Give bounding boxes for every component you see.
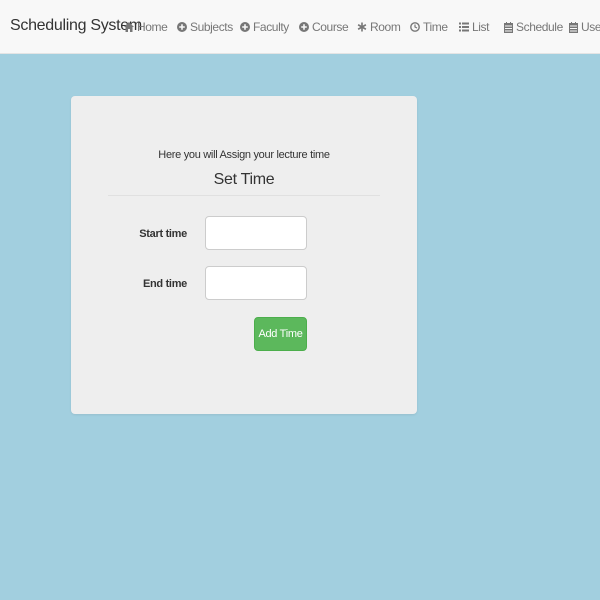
panel-title: Set Time [213, 171, 275, 188]
nav-subjects[interactable]: Subjects [177, 20, 233, 34]
end-time-input[interactable] [205, 266, 307, 300]
nav-schedule-label: Schedule [516, 20, 563, 34]
title-divider [108, 195, 380, 196]
circle-plus-icon [240, 21, 250, 33]
end-time-label: End time [142, 278, 187, 290]
start-time-input[interactable] [205, 216, 307, 250]
asterisk-icon [357, 21, 367, 33]
nav-faculty[interactable]: Faculty [240, 20, 289, 34]
calendar-icon [568, 21, 578, 33]
set-time-panel: Here you will Assign your lecture time S… [71, 96, 417, 414]
brand-title[interactable]: Scheduling System [10, 17, 142, 35]
nav-room-label: Room [370, 20, 401, 34]
panel-subtitle: Here you will Assign your lecture time [158, 149, 330, 161]
add-time-button[interactable]: Add Time [254, 317, 307, 351]
start-time-label: Start time [139, 228, 187, 240]
nav-time-label: Time [423, 20, 448, 34]
navbar: Scheduling System Home Subjects Faculty … [0, 0, 600, 54]
circle-plus-icon [299, 21, 309, 33]
circle-plus-icon [177, 21, 187, 33]
nav-list[interactable]: List [459, 20, 489, 34]
nav-course[interactable]: Course [299, 20, 349, 34]
nav-home-label: Home [137, 20, 168, 34]
list-icon [459, 21, 469, 33]
calendar-icon [503, 21, 513, 33]
nav-schedule[interactable]: Schedule [503, 20, 563, 34]
home-icon [124, 21, 134, 33]
nav-course-label: Course [312, 20, 349, 34]
nav-user-label: User [581, 20, 600, 34]
nav-home[interactable]: Home [124, 20, 168, 34]
nav-list-label: List [472, 20, 490, 34]
nav-subjects-label: Subjects [190, 20, 233, 34]
nav-faculty-label: Faculty [253, 20, 289, 34]
nav-user[interactable]: User [568, 20, 600, 34]
nav-time[interactable]: Time [410, 20, 448, 34]
clock-icon [410, 21, 420, 33]
nav-room[interactable]: Room [357, 20, 401, 34]
